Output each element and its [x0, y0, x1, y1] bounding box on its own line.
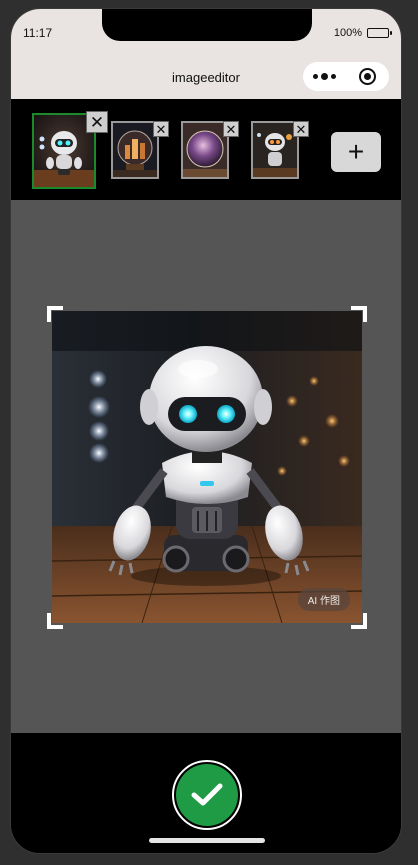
remove-thumbnail-crystal-ball-nebula-button[interactable]: ✕: [223, 121, 239, 137]
remove-thumbnail-robot-warm-button[interactable]: ✕: [293, 121, 309, 137]
more-dots-icon[interactable]: [303, 62, 346, 91]
crystal-ball-nebula-image: [183, 123, 227, 177]
crystal-ball-city-image: [113, 123, 157, 177]
ai-generated-badge: AI 作图: [297, 588, 350, 611]
crop-handle-bottom-right[interactable]: [351, 613, 367, 629]
mini-program-capsule: [303, 62, 389, 91]
thumbnail-crystal-ball-city[interactable]: [111, 121, 159, 179]
bottom-toolbar: [11, 733, 401, 853]
checkmark-icon: [176, 764, 238, 826]
crop-handle-top-left[interactable]: [47, 306, 63, 322]
robot-illustration: [52, 311, 362, 623]
target-circle-icon[interactable]: [346, 62, 389, 91]
robot-thumbnail-image: [34, 115, 94, 187]
battery-percent: 100%: [333, 27, 362, 39]
battery-icon: [367, 28, 392, 38]
notch: [102, 9, 312, 41]
home-indicator: [149, 838, 265, 843]
crop-handle-bottom-left[interactable]: [47, 613, 63, 629]
thumbnail-robot-warm[interactable]: [251, 121, 299, 179]
battery-indicator: 100%: [333, 27, 392, 39]
status-time: 11:17: [23, 26, 53, 40]
confirm-button[interactable]: [172, 760, 242, 830]
add-image-button[interactable]: +: [331, 132, 381, 172]
remove-thumbnail-robot-button[interactable]: ✕: [86, 111, 108, 133]
phone-screen: 11:17 100% imageeditor ✕ ✕ ✕ ✕ + AI 作图: [10, 8, 402, 854]
main-robot-image[interactable]: AI 作图: [52, 311, 362, 623]
remove-thumbnail-crystal-ball-city-button[interactable]: ✕: [153, 121, 169, 137]
robot-warm-image: [253, 123, 297, 177]
editor-canvas: AI 作图: [11, 200, 401, 733]
nav-bar: imageeditor: [11, 55, 401, 99]
status-bar: 11:17 100%: [11, 9, 401, 55]
crop-handle-top-right[interactable]: [351, 306, 367, 322]
thumbnail-strip: ✕ ✕ ✕ ✕ +: [11, 99, 401, 200]
thumbnail-crystal-ball-nebula[interactable]: [181, 121, 229, 179]
